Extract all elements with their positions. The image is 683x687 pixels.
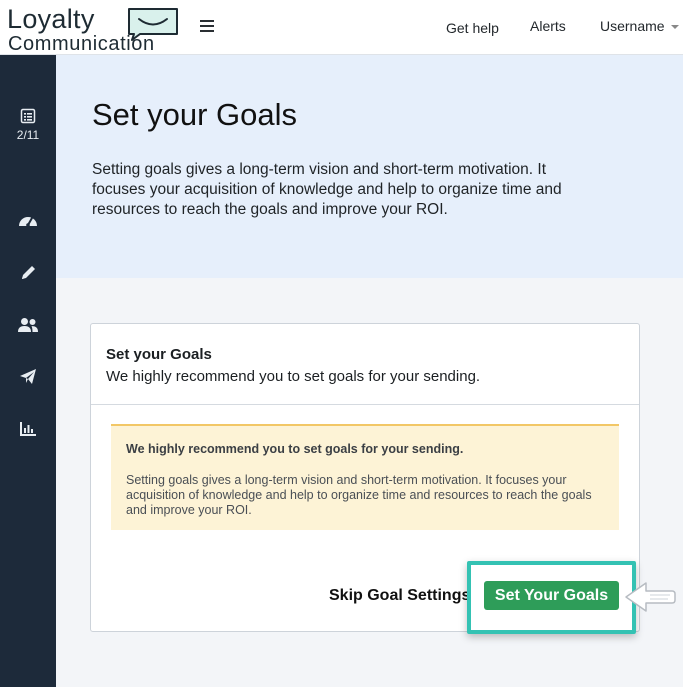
username-label: Username bbox=[600, 18, 665, 34]
paper-plane-icon bbox=[20, 369, 36, 384]
alert-text: Setting goals gives a long-term vision a… bbox=[126, 473, 592, 517]
alerts-link[interactable]: Alerts bbox=[530, 18, 566, 34]
menu-toggle-icon[interactable] bbox=[200, 17, 216, 35]
users-icon bbox=[18, 318, 38, 332]
bar-chart-icon bbox=[20, 422, 36, 436]
speech-bubble-icon bbox=[128, 8, 178, 41]
sidebar-item-send[interactable] bbox=[0, 368, 56, 386]
skip-goal-settings-button[interactable]: Skip Goal Settings bbox=[329, 587, 470, 605]
pencil-icon bbox=[22, 266, 35, 279]
page-header: Set your Goals Setting goals gives a lon… bbox=[56, 55, 683, 278]
card-subtitle: We highly recommend you to set goals for… bbox=[106, 368, 481, 385]
sidebar-item-contacts[interactable] bbox=[0, 317, 56, 333]
pointing-hand-icon bbox=[625, 582, 676, 612]
page-description: Setting goals gives a long-term vision a… bbox=[92, 161, 562, 218]
top-navbar: Loyalty Communication Get help Alerts Us… bbox=[0, 0, 683, 55]
page-title: Set your Goals bbox=[92, 97, 298, 132]
sidebar-item-steps[interactable]: 2/11 bbox=[0, 108, 56, 142]
checklist-icon bbox=[20, 108, 36, 124]
sidebar-item-edit[interactable] bbox=[0, 264, 56, 282]
chevron-down-icon bbox=[670, 25, 679, 30]
sidebar-item-dashboard[interactable] bbox=[0, 212, 56, 228]
dashboard-gauge-icon bbox=[19, 217, 37, 227]
user-menu[interactable]: Username bbox=[600, 18, 679, 34]
sidebar-item-reports[interactable] bbox=[0, 421, 56, 437]
card-title: Set your Goals bbox=[106, 346, 212, 363]
brand-line1: Loyalty bbox=[7, 4, 95, 34]
brand-logo[interactable]: Loyalty Communication bbox=[7, 4, 178, 54]
card-header: Set your Goals We highly recommend you t… bbox=[91, 324, 639, 405]
alert-title: We highly recommend you to set goals for… bbox=[126, 442, 464, 456]
sidebar: 2/11 bbox=[0, 55, 56, 687]
recommendation-alert: We highly recommend you to set goals for… bbox=[111, 424, 619, 530]
set-your-goals-button[interactable]: Set Your Goals bbox=[484, 581, 619, 610]
get-help-link[interactable]: Get help bbox=[446, 20, 499, 36]
step-counter: 2/11 bbox=[16, 128, 40, 142]
